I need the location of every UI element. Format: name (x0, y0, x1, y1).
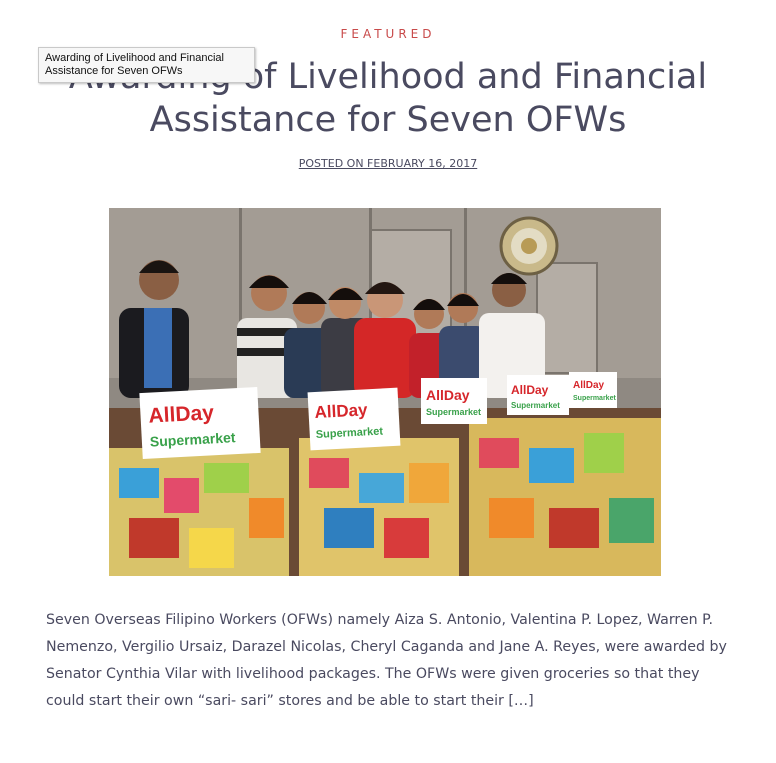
sign-text: Supermarket (511, 401, 560, 410)
sign-brand: AllDay (426, 387, 470, 403)
supermarket-sign-2: AllDay Supermarket (307, 387, 401, 451)
post-excerpt: Seven Overseas Filipino Workers (OFWs) n… (46, 607, 736, 715)
senate-seal (499, 216, 559, 276)
sign-brand: AllDay (573, 380, 605, 391)
read-more-link[interactable]: […] (508, 693, 533, 709)
supermarket-sign-5: AllDay Supermarket (569, 372, 617, 408)
supermarket-sign-4: AllDay Supermarket (507, 375, 569, 415)
sign-text: Supermarket (573, 395, 616, 402)
featured-image[interactable]: AllDay Supermarket AllDay Supermarket Al… (109, 208, 661, 576)
posted-on-label: POSTED ON (298, 157, 368, 170)
sign-brand: AllDay (511, 383, 549, 397)
post-date-link[interactable]: POSTED ON FEBRUARY 16, 2017 (299, 157, 477, 170)
supermarket-sign-3: AllDay Supermarket (421, 378, 487, 424)
excerpt-text: Seven Overseas Filipino Workers (OFWs) n… (46, 612, 727, 709)
post-category[interactable]: FEATURED (0, 27, 776, 41)
post-date: FEBRUARY 16, 2017 (367, 157, 478, 170)
post-meta: POSTED ON FEBRUARY 16, 2017 (0, 157, 776, 170)
sign-brand: AllDay (314, 400, 368, 422)
supermarket-sign-1: AllDay Supermarket (139, 386, 261, 460)
title-tooltip: Awarding of Livelihood and Financial Ass… (38, 47, 255, 83)
sign-text: Supermarket (426, 407, 481, 417)
group-photo-illustration: AllDay Supermarket AllDay Supermarket Al… (109, 208, 661, 576)
sign-brand: AllDay (148, 401, 215, 427)
